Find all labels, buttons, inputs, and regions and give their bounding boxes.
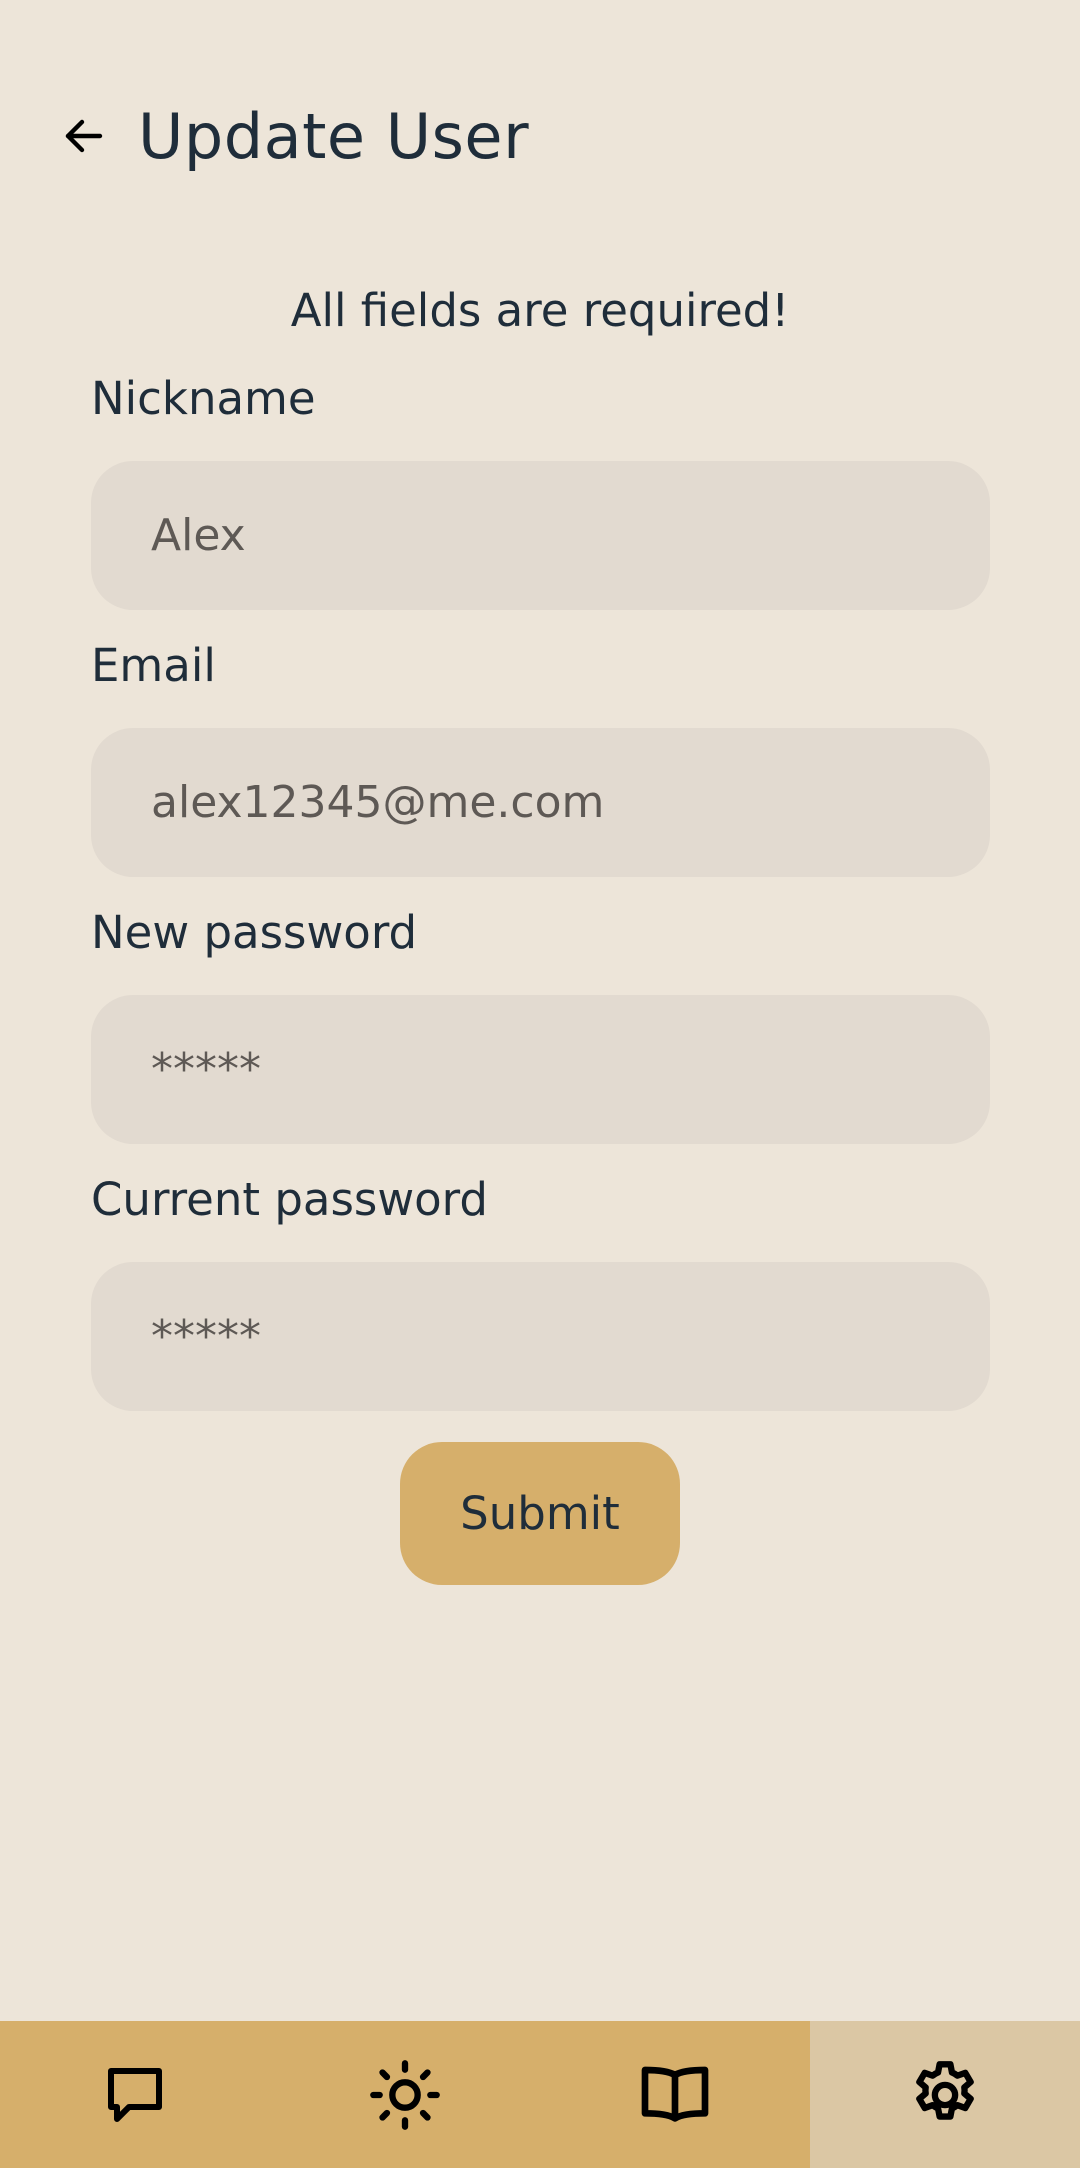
header: Update User xyxy=(56,96,529,176)
nav-item-settings[interactable] xyxy=(810,2021,1080,2168)
required-notice: All fields are required! xyxy=(290,284,790,337)
nav-item-book[interactable] xyxy=(540,2021,810,2168)
email-label: Email xyxy=(91,639,216,692)
arrow-left-icon xyxy=(65,119,103,153)
sun-icon xyxy=(370,2059,440,2130)
nickname-input[interactable] xyxy=(91,461,990,610)
new-password-input[interactable] xyxy=(91,995,990,1144)
nav-item-chat[interactable] xyxy=(0,2021,270,2168)
email-input[interactable] xyxy=(91,728,990,877)
new-password-label: New password xyxy=(91,906,418,959)
chat-icon xyxy=(108,2067,162,2122)
nickname-label: Nickname xyxy=(91,372,316,425)
bottom-nav xyxy=(0,2021,1080,2168)
submit-button[interactable]: Submit xyxy=(400,1442,680,1585)
current-password-input[interactable] xyxy=(91,1262,990,1411)
current-password-label: Current password xyxy=(91,1173,488,1226)
nav-item-sun[interactable] xyxy=(270,2021,540,2168)
book-icon xyxy=(641,2066,709,2122)
gear-icon xyxy=(916,2060,974,2120)
page-title: Update User xyxy=(138,99,530,173)
back-button[interactable] xyxy=(56,108,112,164)
